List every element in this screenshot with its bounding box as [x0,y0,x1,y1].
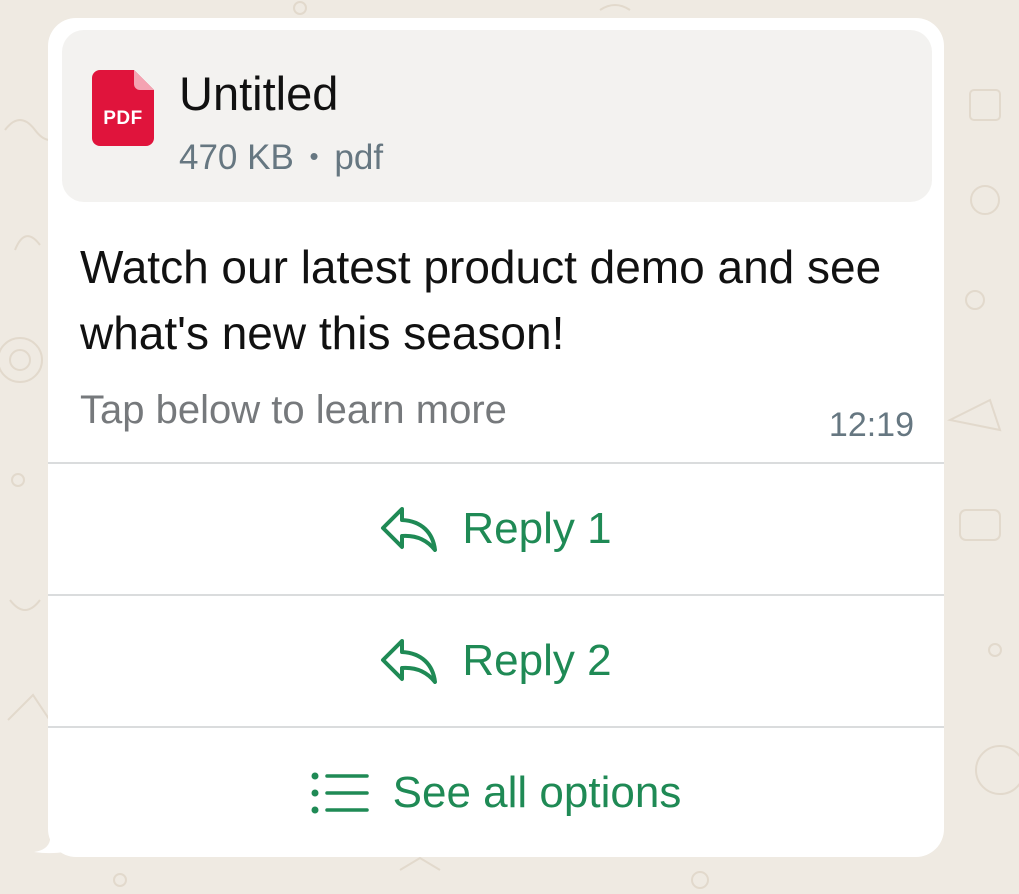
reply-icon [381,639,438,684]
document-attachment[interactable]: PDF Untitled 470 KB • pdf [62,30,932,202]
message-footer: Tap below to learn more [80,388,507,432]
document-meta: 470 KB • pdf [179,140,383,175]
see-all-options-button[interactable]: See all options [48,728,944,858]
reply-1-button[interactable]: Reply 1 [48,464,944,594]
document-extension: pdf [334,138,384,177]
document-size: 470 KB [179,138,294,177]
reply-2-label: Reply 2 [462,636,612,685]
see-all-options-label: See all options [392,768,682,817]
reply-1-label: Reply 1 [462,504,612,553]
message-timestamp: 12:19 [828,406,914,444]
message-bubble: PDF Untitled 470 KB • pdf Watch our late… [48,18,944,857]
meta-separator: • [309,141,319,171]
reply-icon [381,507,438,552]
reply-2-button[interactable]: Reply 2 [48,596,944,726]
document-title: Untitled [179,67,339,120]
message-body: Watch our latest product demo and see wh… [80,241,882,359]
pdf-icon-label: PDF [103,108,143,129]
list-icon [311,772,369,814]
pdf-file-icon: PDF [92,70,154,146]
